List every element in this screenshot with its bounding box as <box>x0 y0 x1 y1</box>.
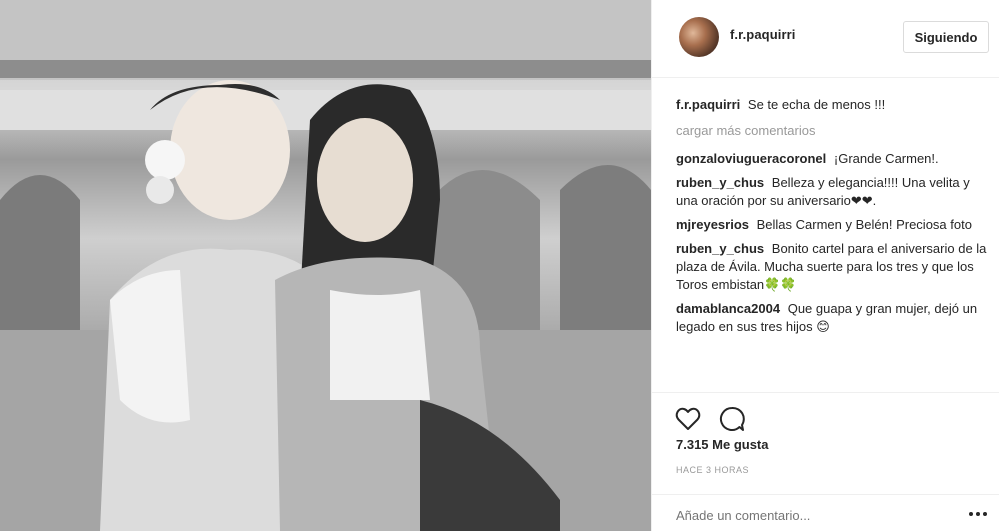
post-timestamp: HACE 3 HORAS <box>676 465 750 475</box>
comment-item: ruben_y_chus Bonito cartel para el anive… <box>676 240 988 294</box>
comment-username[interactable]: gonzaloviugueracoronel <box>676 151 826 166</box>
heart-icon[interactable] <box>674 405 702 433</box>
author-avatar[interactable] <box>679 17 719 57</box>
comment-icon[interactable] <box>718 405 746 433</box>
comment-username[interactable]: mjreyesrios <box>676 217 749 232</box>
following-button[interactable]: Siguiendo <box>903 21 989 53</box>
post-sidebar: f.r.paquirri Siguiendo f.r.paquirri Se t… <box>651 0 999 531</box>
comment-item: mjreyesrios Bellas Carmen y Belén! Preci… <box>676 216 988 234</box>
photo-illustration <box>0 0 651 531</box>
post-photo <box>0 0 651 531</box>
load-more-comments-link[interactable]: cargar más comentarios <box>676 122 988 140</box>
comments-list: f.r.paquirri Se te echa de menos !!! car… <box>676 96 988 392</box>
likes-count[interactable]: 7.315 Me gusta <box>676 437 769 452</box>
more-options-icon[interactable] <box>968 503 988 523</box>
comment-username[interactable]: damablanca2004 <box>676 301 780 316</box>
instagram-post: f.r.paquirri Siguiendo f.r.paquirri Se t… <box>0 0 999 531</box>
comment-item: ruben_y_chus Belleza y elegancia!!!! Una… <box>676 174 988 210</box>
add-comment-input[interactable] <box>676 505 966 525</box>
comment-item: damablanca2004 Que guapa y gran mujer, d… <box>676 300 988 336</box>
caption: f.r.paquirri Se te echa de menos !!! <box>676 96 988 114</box>
comment-text: Bellas Carmen y Belén! Preciosa foto <box>756 217 972 232</box>
author-username[interactable]: f.r.paquirri <box>730 27 796 42</box>
caption-username[interactable]: f.r.paquirri <box>676 97 740 112</box>
caption-text: Se te echa de menos !!! <box>747 97 886 112</box>
post-header: f.r.paquirri Siguiendo <box>652 0 999 78</box>
comment-username[interactable]: ruben_y_chus <box>676 175 764 190</box>
add-comment-bar <box>652 494 999 531</box>
comment-item: gonzaloviugueracoronel ¡Grande Carmen!. <box>676 150 988 168</box>
comment-username[interactable]: ruben_y_chus <box>676 241 764 256</box>
comment-text: ¡Grande Carmen!. <box>833 151 939 166</box>
